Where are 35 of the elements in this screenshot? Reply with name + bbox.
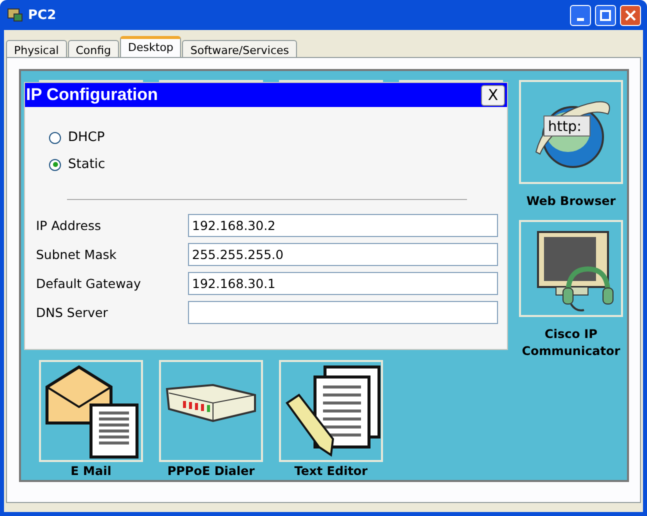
tab[interactable]: Software/Services	[182, 40, 298, 57]
close-button[interactable]	[620, 4, 641, 26]
radio-option[interactable]: DHCP	[49, 130, 507, 145]
field-label: Subnet Mask	[36, 247, 118, 262]
app-tile[interactable]	[519, 220, 623, 317]
field-label: DNS Server	[36, 305, 109, 320]
field-label: IP Address	[36, 218, 102, 233]
minimize-icon	[577, 18, 584, 20]
maximize-icon	[600, 10, 611, 20]
tab[interactable]: Desktop	[120, 36, 182, 57]
tab[interactable]: Physical	[6, 40, 67, 57]
app-label: Cisco IP Communicator	[520, 326, 622, 360]
app-tile[interactable]	[279, 360, 383, 462]
window-title: PC2	[28, 8, 58, 22]
app-tile[interactable]	[159, 360, 263, 462]
input-field[interactable]	[188, 301, 498, 324]
close-icon	[625, 10, 636, 20]
maximize-button[interactable]	[595, 4, 616, 26]
input-field[interactable]: 192.168.30.2	[188, 214, 498, 237]
app-label: Web Browser	[525, 193, 617, 210]
envelope-letter-icon	[43, 363, 139, 459]
tab[interactable]: Config	[68, 40, 120, 57]
app-label: Text Editor	[293, 463, 369, 480]
input-field[interactable]: 255.255.255.0	[188, 243, 498, 266]
app-tile[interactable]: http:	[519, 80, 623, 184]
input-field[interactable]: 192.168.30.1	[188, 272, 498, 295]
app-tile[interactable]	[39, 360, 143, 462]
pc-icon	[6, 7, 24, 23]
dialog-title: IP Configuration	[25, 85, 158, 105]
close-button[interactable]: X	[481, 84, 505, 106]
radio-option[interactable]: Static	[49, 157, 507, 172]
app-label: E Mail	[70, 463, 112, 480]
minimize-button[interactable]	[570, 4, 591, 26]
app-label: PPPoE Dialer	[166, 463, 256, 480]
field-label: Default Gateway	[36, 276, 142, 291]
